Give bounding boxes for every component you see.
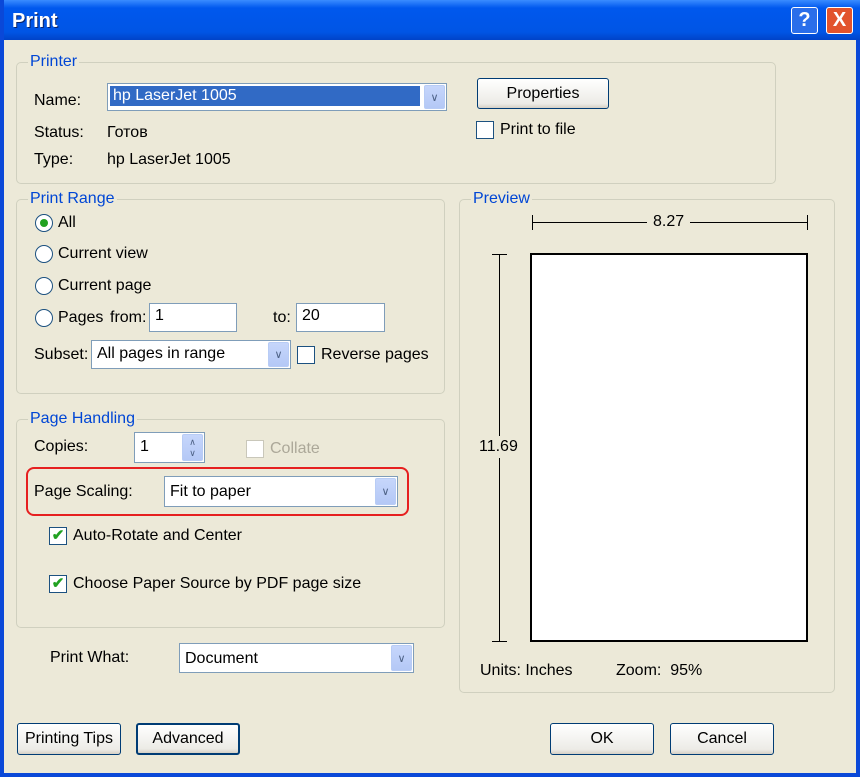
chevron-down-icon[interactable]: ∨ — [424, 85, 445, 109]
preview-legend: Preview — [471, 190, 532, 208]
print-to-file-label: Print to file — [500, 121, 576, 138]
print-dialog: Print ? X Printer Name: hp LaserJet 1005… — [0, 0, 860, 777]
copies-spinner[interactable]: 1 ∧ ∨ — [134, 432, 205, 463]
print-what-value: Document — [185, 650, 258, 667]
collate-label: Collate — [270, 440, 320, 457]
collate-checkbox[interactable] — [246, 440, 264, 458]
copies-label: Copies: — [34, 438, 89, 455]
subset-label: Subset: — [34, 346, 89, 363]
width-arrow-tick — [532, 215, 533, 230]
type-value: hp LaserJet 1005 — [107, 151, 231, 168]
from-label: from: — [110, 309, 147, 326]
height-label: 11.69 — [479, 436, 518, 458]
chevron-down-icon[interactable]: ∨ — [268, 342, 289, 367]
reverse-pages-checkbox[interactable] — [297, 346, 315, 364]
to-input[interactable]: 20 — [296, 303, 385, 332]
radio-current-page[interactable] — [35, 277, 53, 295]
page-scaling-select[interactable]: Fit to paper ∨ — [164, 476, 398, 507]
paper-source-label: Choose Paper Source by PDF page size — [73, 575, 362, 592]
radio-pages[interactable] — [35, 309, 53, 327]
properties-button[interactable]: Properties — [477, 78, 609, 109]
page-scaling-label: Page Scaling: — [34, 483, 133, 500]
radio-all-label: All — [58, 214, 76, 231]
printer-name-select[interactable]: hp LaserJet 1005 ∨ — [107, 83, 447, 111]
radio-current-view[interactable] — [35, 245, 53, 263]
window-title: Print — [12, 10, 58, 32]
radio-current-view-label: Current view — [58, 245, 148, 262]
from-input[interactable]: 1 — [149, 303, 237, 332]
width-label: 8.27 — [647, 213, 691, 231]
cancel-button[interactable]: Cancel — [670, 723, 774, 755]
zoom-label: Zoom: 95% — [616, 662, 703, 679]
units-label: Units: Inches — [480, 662, 573, 679]
to-label: to: — [273, 309, 291, 326]
radio-current-page-label: Current page — [58, 277, 152, 294]
auto-rotate-checkbox[interactable]: ✔ — [49, 527, 67, 545]
height-arrow-tick — [492, 254, 507, 255]
print-what-select[interactable]: Document ∨ — [179, 643, 414, 673]
paper-source-checkbox[interactable]: ✔ — [49, 575, 67, 593]
radio-pages-label: Pages — [58, 309, 104, 326]
print-what-label: Print What: — [50, 649, 130, 666]
printing-tips-button[interactable]: Printing Tips — [17, 723, 121, 755]
close-button[interactable]: X — [826, 7, 853, 34]
printer-legend: Printer — [28, 53, 80, 71]
reverse-pages-label: Reverse pages — [321, 346, 429, 363]
help-button[interactable]: ? — [791, 7, 818, 34]
name-label: Name: — [34, 92, 82, 109]
width-arrow-tick — [807, 215, 808, 230]
chevron-down-icon[interactable]: ∨ — [391, 645, 412, 671]
print-to-file-checkbox[interactable] — [476, 121, 494, 139]
print-range-legend: Print Range — [28, 190, 117, 208]
advanced-button[interactable]: Advanced — [136, 723, 240, 755]
page-preview — [530, 253, 808, 642]
subset-select[interactable]: All pages in range ∨ — [91, 340, 291, 369]
status-value: Готов — [107, 124, 148, 141]
ok-button[interactable]: OK — [550, 723, 654, 755]
spinner-arrows-icon[interactable]: ∧ ∨ — [182, 434, 203, 461]
page-scaling-value: Fit to paper — [170, 483, 251, 500]
type-label: Type: — [34, 151, 74, 168]
chevron-down-icon[interactable]: ∨ — [375, 478, 396, 505]
subset-value: All pages in range — [97, 345, 226, 362]
height-arrow-tick — [492, 641, 507, 642]
status-label: Status: — [34, 124, 84, 141]
copies-value: 1 — [140, 438, 149, 455]
printer-name-value: hp LaserJet 1005 — [110, 86, 420, 106]
page-handling-legend: Page Handling — [28, 410, 137, 428]
auto-rotate-label: Auto-Rotate and Center — [73, 527, 242, 544]
title-bar: Print — [4, 0, 860, 40]
radio-all[interactable] — [35, 214, 53, 232]
